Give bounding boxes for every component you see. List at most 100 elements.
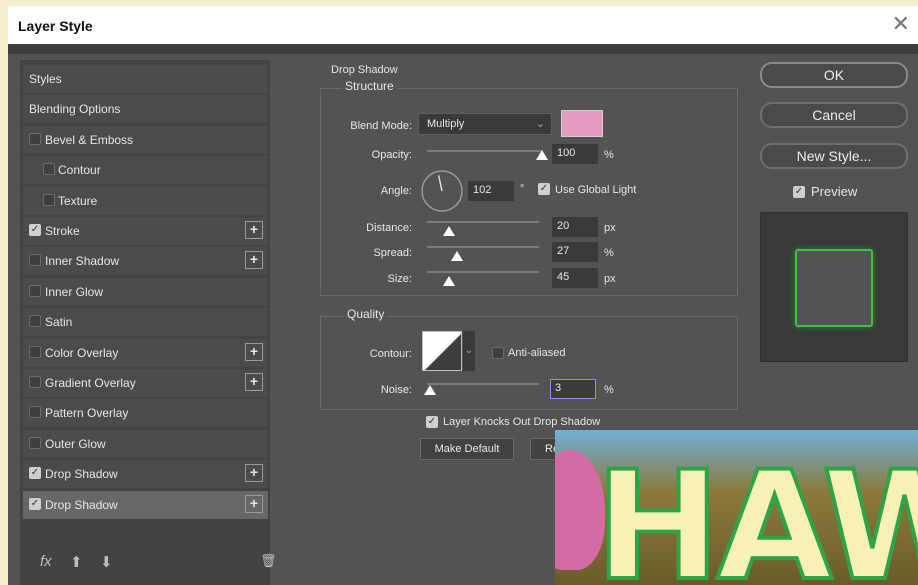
opacity-label: Opacity: xyxy=(371,149,412,161)
style-item-checkbox[interactable]: ✓ xyxy=(29,497,41,510)
size-label: Size: xyxy=(387,273,412,285)
style-item[interactable]: Bevel & Emboss xyxy=(23,125,268,154)
dialog-title: Layer Style xyxy=(18,18,93,34)
spread-slider-thumb[interactable] xyxy=(451,251,464,261)
preview-label: Preview xyxy=(811,184,858,199)
angle-field[interactable]: 102 xyxy=(468,181,514,201)
style-item-label: Outer Glow xyxy=(45,436,106,451)
size-unit: px xyxy=(604,273,616,285)
move-up-icon[interactable]: ⬆ xyxy=(70,553,83,571)
style-preview xyxy=(760,212,908,362)
quality-title: Quality xyxy=(344,307,388,321)
style-item-checkbox[interactable] xyxy=(43,193,55,206)
noise-unit: % xyxy=(604,384,614,396)
style-item-checkbox[interactable] xyxy=(29,254,41,267)
opacity-unit: % xyxy=(604,149,614,161)
style-item-label: Blending Options xyxy=(29,102,121,117)
cancel-button[interactable]: Cancel xyxy=(760,102,908,128)
preview-thumbnail xyxy=(795,249,873,327)
add-style-plus-icon[interactable]: + xyxy=(245,494,263,513)
style-item-label: Drop Shadow xyxy=(45,497,118,512)
styles-footer: fx ⬆ ⬇ 🗑 xyxy=(30,553,277,577)
style-item-checkbox[interactable]: ✓ xyxy=(29,224,41,236)
opacity-field[interactable]: 100 xyxy=(552,144,598,164)
layer-knocks-out-label: Layer Knocks Out Drop Shadow xyxy=(443,416,601,428)
style-item[interactable]: ✓ Stroke + xyxy=(23,217,268,245)
size-slider-track xyxy=(427,271,539,273)
move-down-icon[interactable]: ⬇ xyxy=(100,553,113,571)
style-item[interactable]: ✓ Drop Shadow + xyxy=(23,490,268,519)
style-item-checkbox[interactable] xyxy=(43,163,55,176)
distance-field[interactable]: 20 xyxy=(552,217,598,237)
style-item-checkbox[interactable] xyxy=(29,345,41,358)
spread-field[interactable]: 27 xyxy=(552,242,598,262)
add-style-plus-icon[interactable]: + xyxy=(245,373,263,391)
style-item-checkbox[interactable] xyxy=(29,284,41,297)
style-item[interactable]: Outer Glow xyxy=(23,429,268,458)
noise-field[interactable]: 3 xyxy=(550,379,596,399)
contour-dropdown-icon[interactable]: ⌄ xyxy=(463,331,475,371)
close-icon[interactable]: ✕ xyxy=(892,12,910,36)
distance-unit: px xyxy=(604,222,616,234)
angle-label: Angle: xyxy=(380,185,412,197)
add-style-plus-icon[interactable]: + xyxy=(245,464,263,483)
style-item-label: Satin xyxy=(45,315,73,330)
style-item[interactable]: Pattern Overlay xyxy=(23,399,268,428)
style-item-checkbox[interactable] xyxy=(29,436,41,449)
preview-checkbox[interactable]: ✓ xyxy=(793,186,805,198)
hawaii-title-art: HAWA xyxy=(593,440,918,585)
shadow-color-swatch[interactable] xyxy=(561,110,603,137)
chevron-down-icon: ⌄ xyxy=(535,118,545,130)
blend-mode-select[interactable]: Multiply ⌄ xyxy=(418,113,552,135)
noise-slider-thumb[interactable] xyxy=(424,385,437,395)
styles-list-panel: Styles Blending Options Bevel & Emboss Cont… xyxy=(20,60,277,585)
angle-unit: ° xyxy=(520,183,525,195)
style-item-checkbox[interactable] xyxy=(29,376,41,388)
style-item[interactable]: Texture xyxy=(23,186,268,215)
blend-mode-value: Multiply xyxy=(427,118,465,130)
spread-label: Spread: xyxy=(373,247,412,259)
style-item[interactable]: ✓ Drop Shadow + xyxy=(23,460,268,489)
size-field[interactable]: 45 xyxy=(552,268,598,288)
layer-knocks-out-checkbox[interactable]: ✓ xyxy=(426,416,438,428)
use-global-light-checkbox[interactable]: ✓ xyxy=(538,183,550,195)
section-title: Drop Shadow xyxy=(331,64,398,76)
title-divider xyxy=(8,44,918,54)
style-item[interactable]: Gradient Overlay + xyxy=(23,369,268,397)
contour-label: Contour: xyxy=(369,348,412,360)
contour-curve-icon xyxy=(425,334,461,370)
fx-icon[interactable]: fx xyxy=(40,553,52,570)
style-item-checkbox[interactable] xyxy=(29,406,41,419)
style-item-label: Pattern Overlay xyxy=(45,406,129,421)
style-item[interactable]: Inner Shadow + xyxy=(23,247,268,276)
opacity-slider-thumb[interactable] xyxy=(536,150,548,160)
style-item[interactable]: Inner Glow xyxy=(23,277,268,306)
angle-dial[interactable] xyxy=(420,169,464,213)
style-item-checkbox[interactable] xyxy=(29,132,41,145)
anti-aliased-checkbox[interactable] xyxy=(492,347,504,359)
spread-slider-track xyxy=(427,246,539,248)
distance-slider-thumb[interactable] xyxy=(443,226,456,236)
style-item[interactable]: Contour xyxy=(23,156,268,185)
style-item-label: Color Overlay xyxy=(45,345,119,360)
structure-title: Structure xyxy=(342,79,397,93)
blend-mode-label: Blend Mode: xyxy=(350,120,412,132)
style-item-checkbox[interactable]: ✓ xyxy=(29,467,41,480)
style-item[interactable]: Blending Options xyxy=(23,95,268,124)
contour-preview[interactable] xyxy=(422,331,462,371)
use-global-light-label: Use Global Light xyxy=(555,184,637,196)
style-item-label: Styles xyxy=(29,72,62,86)
add-style-plus-icon[interactable]: + xyxy=(245,221,263,239)
style-item-label: Contour xyxy=(58,163,101,178)
new-style-button[interactable]: New Style... xyxy=(760,143,908,169)
ok-button[interactable]: OK xyxy=(760,62,908,88)
style-item-label: Inner Shadow xyxy=(45,254,120,269)
make-default-button[interactable]: Make Default xyxy=(420,438,514,460)
size-slider-thumb[interactable] xyxy=(443,276,456,286)
add-style-plus-icon[interactable]: + xyxy=(245,342,263,361)
style-item[interactable]: Color Overlay + xyxy=(23,338,268,367)
style-item-checkbox[interactable] xyxy=(29,315,41,328)
add-style-plus-icon[interactable]: + xyxy=(245,251,263,270)
style-item[interactable]: Satin xyxy=(23,308,268,337)
style-item[interactable]: Styles xyxy=(23,65,268,93)
